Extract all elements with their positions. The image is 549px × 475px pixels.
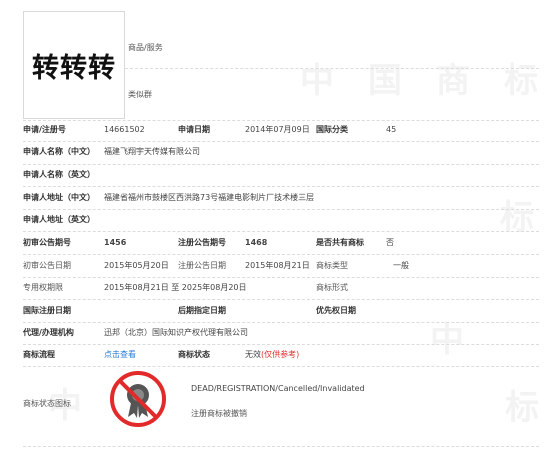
tm-form-label: 商标形式 — [316, 283, 348, 292]
reg-pub-no-value: 1468 — [245, 238, 268, 247]
app-date-label: 申请日期 — [178, 125, 210, 134]
intl-class-label: 国际分类 — [316, 125, 348, 134]
similar-group-label: 类似群 — [128, 90, 152, 99]
tm-type-value: 一般 — [393, 261, 409, 270]
address-cn-value: 福建省福州市鼓楼区西洪路73号福建电影制片厂技术楼三层 — [104, 193, 315, 202]
first-pub-date-value: 2015年05月20日 — [104, 261, 169, 270]
agent-label: 代理/办理机构 — [23, 328, 74, 337]
applicant-cn-label: 申请人名称（中文） — [23, 147, 95, 156]
process-label: 商标流程 — [23, 350, 55, 359]
first-pub-no-value: 1456 — [104, 238, 127, 247]
status-en-text: DEAD/REGISTRATION/Cancelled/Invalidated — [191, 384, 365, 393]
process-link[interactable]: 点击查看 — [104, 350, 136, 360]
status-icon-label: 商标状态图标 — [23, 399, 71, 408]
first-pub-date-label: 初审公告日期 — [23, 261, 71, 270]
intl-reg-date-label: 国际注册日期 — [23, 306, 71, 315]
watermark-glyph: 商 — [436, 61, 470, 101]
watermark-glyph: 标 — [504, 61, 538, 101]
divider — [23, 186, 539, 187]
status-value: 无效(仅供参考) — [245, 350, 299, 360]
reg-no-label: 申请/注册号 — [23, 125, 66, 134]
applicant-cn-value: 福建飞翔宇天传媒有限公司 — [104, 147, 200, 156]
divider — [23, 254, 539, 255]
status-label: 商标状态 — [178, 350, 210, 359]
divider — [23, 277, 539, 278]
applicant-en-label: 申请人名称（英文） — [23, 170, 95, 179]
goods-services-label: 商品/服务 — [128, 43, 163, 52]
status-cn-text: 注册商标被撤销 — [191, 409, 247, 418]
reg-pub-date-value: 2015年08月21日 — [245, 261, 310, 270]
watermark-glyph: 中 — [430, 320, 464, 360]
address-cn-label: 申请人地址（中文） — [23, 193, 95, 202]
reg-pub-date-label: 注册公告日期 — [178, 261, 226, 270]
first-pub-no-label: 初审公告期号 — [23, 238, 71, 247]
reg-pub-no-label: 注册公告期号 — [178, 238, 226, 247]
watermark-glyph: 中 — [300, 61, 334, 101]
divider — [23, 299, 539, 300]
shared-tm-value: 否 — [386, 238, 394, 247]
divider — [23, 322, 539, 323]
divider — [23, 120, 539, 121]
divider — [23, 164, 539, 165]
period-label: 专用权期限 — [23, 283, 63, 292]
period-value: 2015年08月21日 至 2025年08月20日 — [104, 283, 247, 292]
dead-registration-icon — [110, 371, 166, 427]
watermark-glyph: 国 — [368, 61, 402, 101]
divider — [23, 231, 539, 232]
app-date-value: 2014年07月09日 — [245, 125, 310, 134]
divider — [125, 68, 539, 69]
shared-tm-label: 是否共有商标 — [316, 238, 364, 247]
divider — [23, 141, 539, 142]
later-date-label: 后期指定日期 — [178, 306, 226, 315]
priority-date-label: 优先权日期 — [316, 306, 356, 315]
tm-type-label: 商标类型 — [316, 261, 348, 270]
status-icon-section: 商标状态图标 DEAD/REGISTRATION/Cancelled/Inval… — [23, 366, 533, 446]
status-note: (仅供参考) — [261, 350, 300, 359]
agent-value: 迅邦（北京）国际知识产权代理有限公司 — [104, 328, 248, 337]
reg-no-value: 14661502 — [104, 125, 145, 134]
divider — [23, 446, 539, 447]
status-text: 无效 — [245, 350, 261, 359]
divider — [23, 209, 539, 210]
intl-class-value: 45 — [386, 125, 397, 134]
trademark-image: 转转转 — [23, 11, 125, 119]
address-en-label: 申请人地址（英文） — [23, 215, 95, 224]
divider — [23, 344, 539, 345]
